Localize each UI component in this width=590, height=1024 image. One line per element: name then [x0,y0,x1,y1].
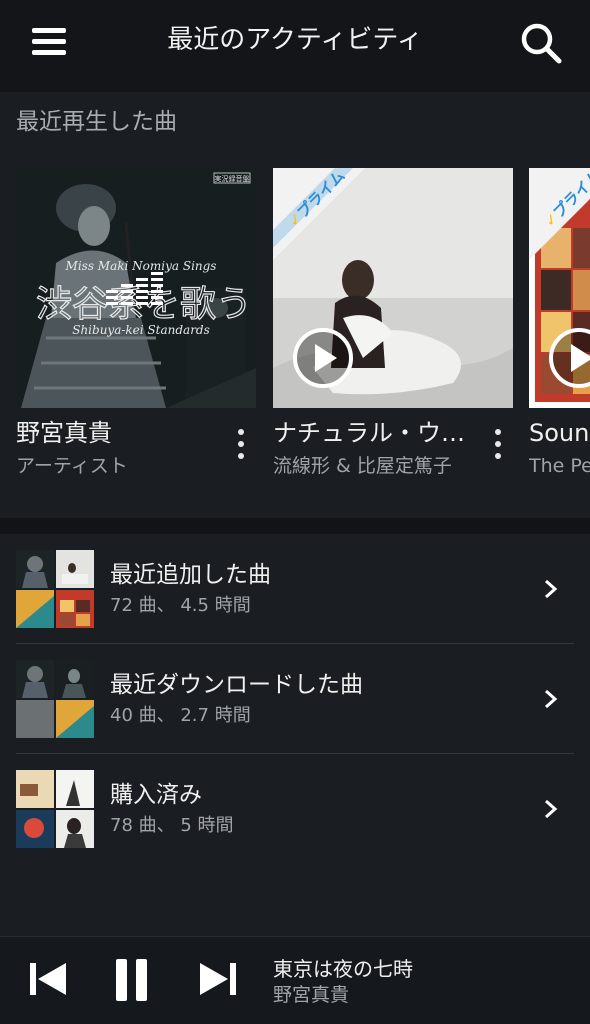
chevron-right-icon [542,578,560,600]
card-title: Sound [529,419,590,447]
recently-played-section: 最近再生した曲 実況録音盤 Miss Maki Nomiya Sings 渋谷系… [0,92,590,518]
hamburger-menu-icon[interactable] [28,24,70,58]
playlist-title: 購入済み [110,782,202,808]
section-title: 最近再生した曲 [16,109,177,135]
section-divider [0,518,590,534]
top-bar: 最近のアクティビティ [0,0,590,92]
album-art[interactable]: 実況録音盤 Miss Maki Nomiya Sings 渋谷系を歌う Shib… [16,168,256,408]
album-art[interactable]: T ✓プライム [529,168,590,408]
now-playing-title: 東京は夜の七時 [273,957,413,981]
card-title: 野宮真貴 [16,419,112,447]
auto-playlists: 最近追加した曲 72 曲、 4.5 時間 最近ダウンロードした曲 40 曲、 2… [0,534,590,866]
album-art[interactable]: ✓プライム [273,168,513,408]
playlist-collage [16,660,94,738]
playlist-meta: 78 曲、 5 時間 [110,815,234,836]
playlist-title: 最近追加した曲 [110,562,271,588]
card-subtitle: アーティスト [16,455,128,477]
more-options-icon[interactable] [487,426,509,462]
playlist-meta: 72 曲、 4.5 時間 [110,595,251,616]
svg-text:Miss Maki Nomiya Sings: Miss Maki Nomiya Sings [65,259,217,273]
playlist-meta: 40 曲、 2.7 時間 [110,705,251,726]
previous-icon[interactable] [28,959,68,1003]
page-title: 最近のアクティビティ [167,25,423,55]
playlist-title: 最近ダウンロードした曲 [110,672,363,698]
card-subtitle: The Pe [529,455,590,477]
card-subtitle: 流線形 & 比屋定篤子 [273,455,452,477]
list-item-recently-added[interactable]: 最近追加した曲 72 曲、 4.5 時間 [0,534,590,644]
playlist-collage [16,770,94,848]
search-icon[interactable] [518,20,564,66]
now-playing-artist: 野宮真貴 [273,984,350,1006]
svg-text:実況録音盤: 実況録音盤 [215,174,250,183]
card-title: ナチュラル・ウ… [273,419,465,447]
recent-card-album[interactable]: T ✓プライム Sound The Pe [529,168,590,508]
more-options-icon[interactable] [230,426,252,462]
mini-player[interactable]: 東京は夜の七時 野宮真貴 [0,936,590,1024]
list-item-recently-downloaded[interactable]: 最近ダウンロードした曲 40 曲、 2.7 時間 [0,644,590,754]
list-item-purchased[interactable]: 購入済み 78 曲、 5 時間 [0,754,590,864]
svg-text:Shibuya-kei Standards: Shibuya-kei Standards [72,323,210,337]
playlist-collage [16,550,94,628]
pause-icon[interactable] [114,957,150,1007]
next-icon[interactable] [198,959,238,1003]
chevron-right-icon [542,798,560,820]
chevron-right-icon [542,688,560,710]
